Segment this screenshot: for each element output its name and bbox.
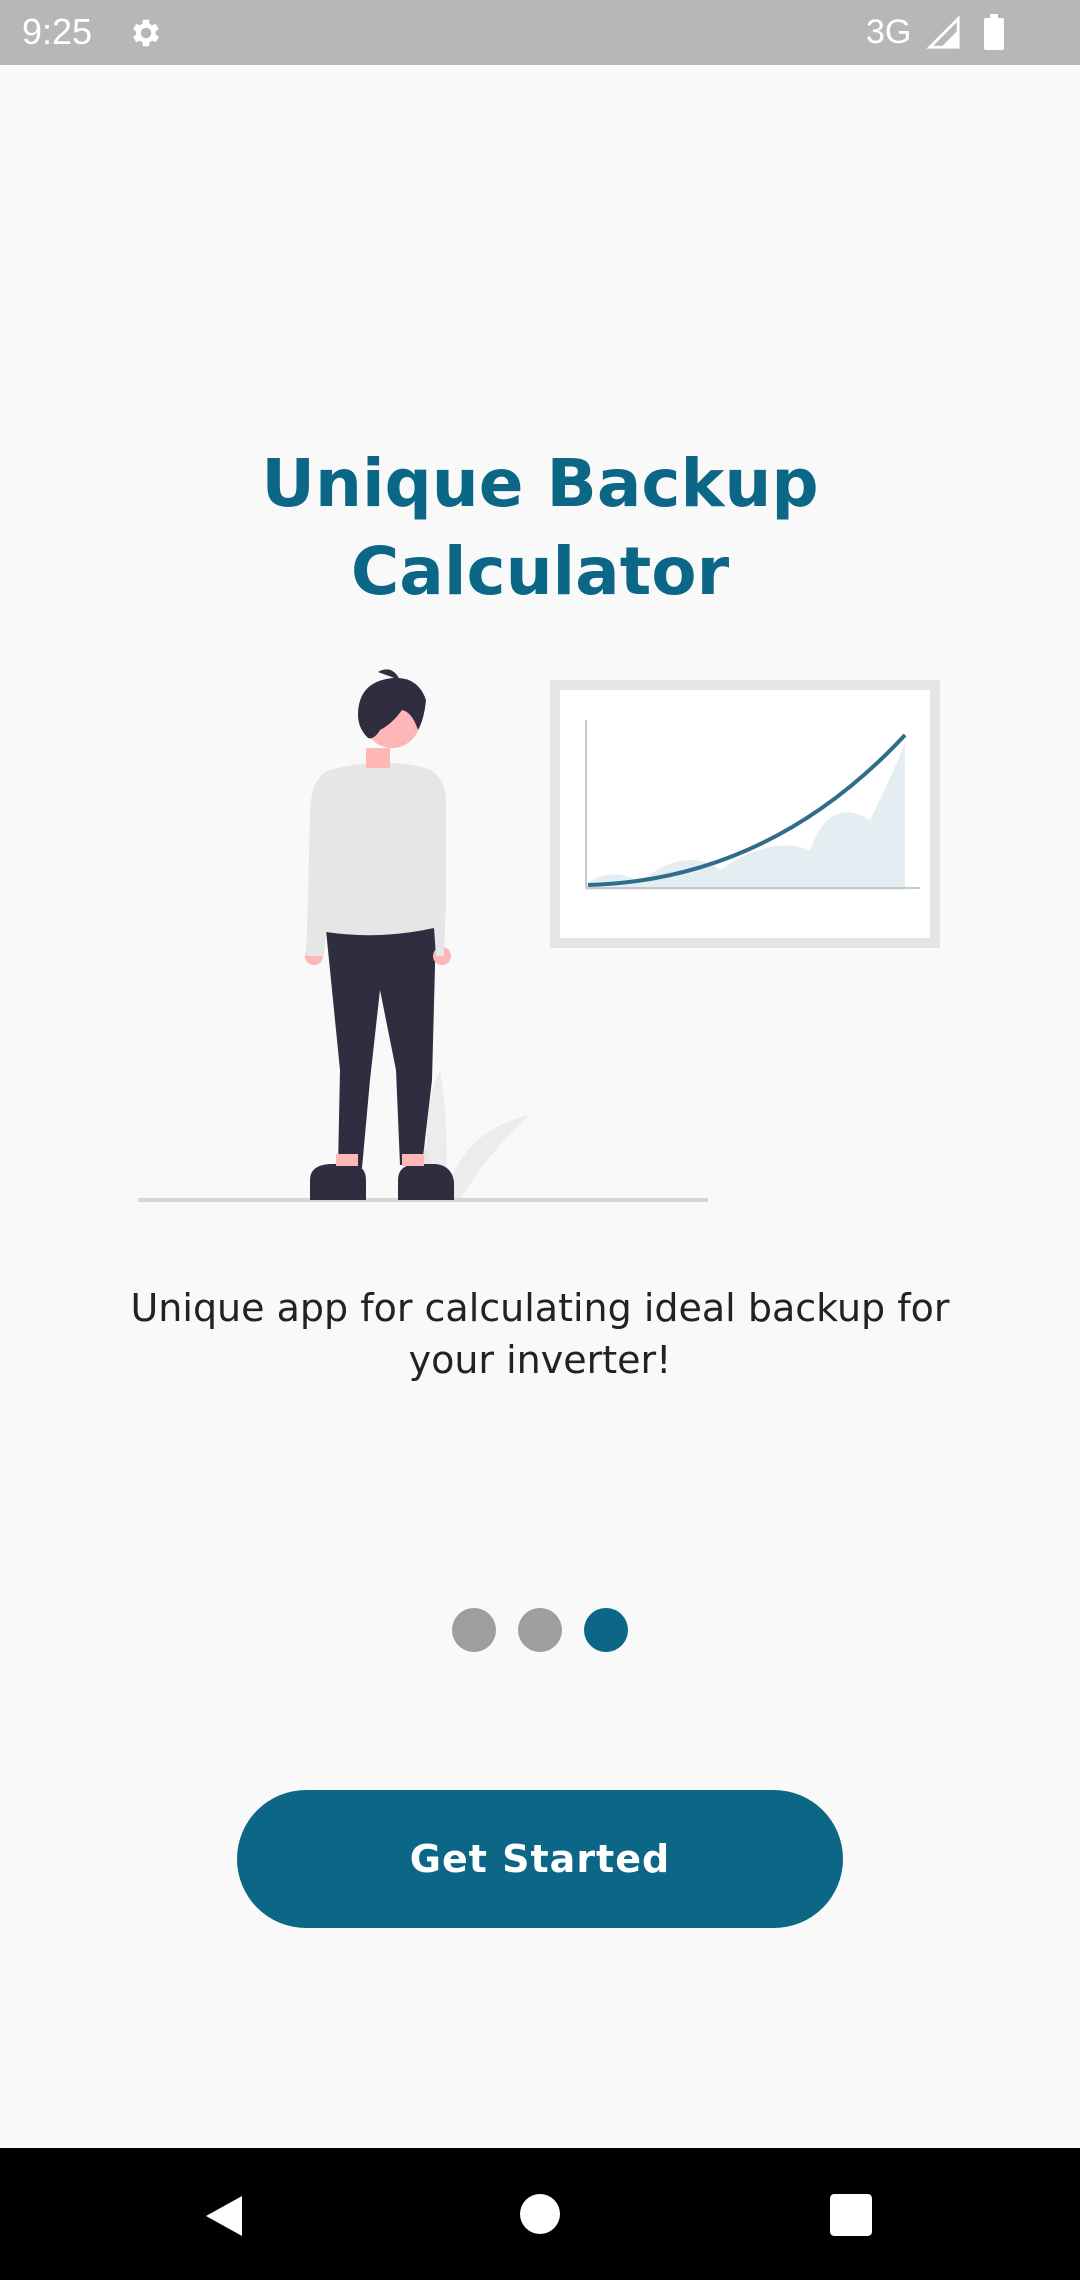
get-started-button[interactable]: Get Started [237, 1790, 843, 1928]
chart-board [550, 680, 940, 948]
onboarding-title: Unique Backup Calculator [261, 445, 819, 610]
navigation-bar [0, 2148, 1080, 2280]
onboarding-description: Unique app for calculating ideal backup … [130, 1286, 950, 1382]
status-bar: 9:25 3G [0, 0, 1080, 65]
network-type: 3G [866, 13, 912, 51]
page-dot-1[interactable] [452, 1608, 496, 1652]
cell-signal-icon [926, 16, 960, 49]
status-time: 9:25 [22, 11, 93, 52]
pagination-dots [0, 1608, 1080, 1652]
home-icon[interactable] [518, 2192, 562, 2236]
back-icon[interactable] [202, 2192, 246, 2240]
gear-icon [133, 19, 159, 47]
page-dot-3-active[interactable] [584, 1608, 628, 1652]
person-chart-illustration [138, 669, 940, 1202]
page-dot-2[interactable] [518, 1608, 562, 1652]
battery-icon [984, 14, 1004, 50]
recents-icon[interactable] [830, 2194, 872, 2236]
